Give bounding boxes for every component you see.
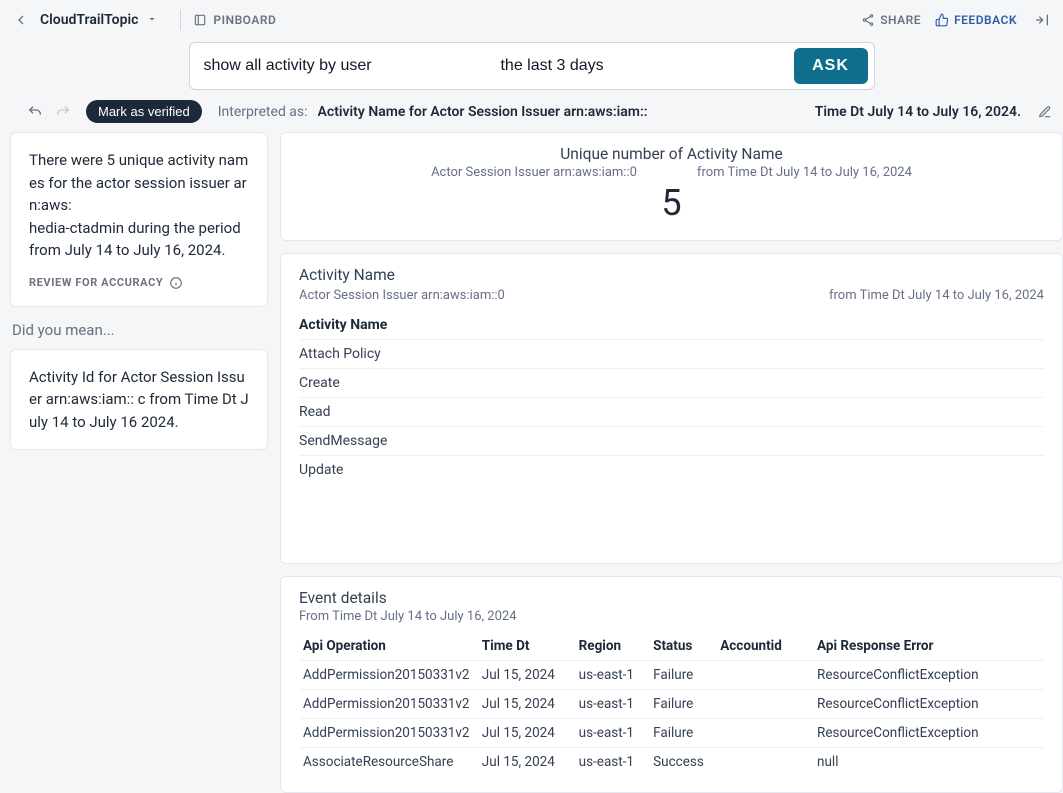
ask-button[interactable]: ASK (794, 48, 868, 84)
pinboard-icon (193, 13, 207, 27)
interpretation-tail: Time Dt July 14 to July 16, 2024. (815, 104, 1027, 120)
table-cell: ResourceConflictException (813, 661, 1044, 690)
activity-table: Activity Name Attach PolicyCreateReadSen… (299, 311, 1044, 484)
table-cell: Jul 15, 2024 (478, 690, 575, 719)
pinboard-link[interactable]: PINBOARD (193, 13, 276, 27)
activity-name-card: Activity Name Actor Session Issuer arn:a… (280, 253, 1063, 564)
event-column-header[interactable]: Api Operation (299, 632, 478, 661)
event-column-header[interactable]: Accountid (716, 632, 813, 661)
activity-title: Activity Name (299, 266, 1044, 284)
mark-verified-button[interactable]: Mark as verified (86, 100, 202, 123)
table-cell: us-east-1 (575, 748, 650, 777)
top-bar-left: CloudTrailTopic PINBOARD (10, 9, 276, 31)
table-cell: AddPermission20150331v2 (299, 719, 478, 748)
pinboard-label: PINBOARD (213, 13, 276, 27)
activity-row[interactable]: Read (299, 397, 1044, 426)
feedback-link[interactable]: FEEDBACK (935, 13, 1017, 27)
activity-row[interactable]: SendMessage (299, 426, 1044, 455)
interpretation-text: Activity Name for Actor Session Issuer a… (318, 104, 805, 120)
interpreted-as-label: Interpreted as: (212, 104, 308, 120)
search-input[interactable] (190, 57, 794, 75)
table-cell: Failure (649, 719, 716, 748)
review-accuracy-label: REVIEW FOR ACCURACY (29, 276, 163, 289)
event-column-header[interactable]: Time Dt (478, 632, 575, 661)
activity-column-header[interactable]: Activity Name (299, 311, 1044, 339)
event-sub: From Time Dt July 14 to July 16, 2024 (299, 609, 1044, 624)
table-cell (716, 661, 813, 690)
table-cell: ResourceConflictException (813, 719, 1044, 748)
table-cell: us-east-1 (575, 719, 650, 748)
chevron-down-icon[interactable] (146, 13, 168, 28)
event-column-header[interactable]: Api Response Error (813, 632, 1044, 661)
table-cell: ResourceConflictException (813, 690, 1044, 719)
interpretation-row: Mark as verified Interpreted as: Activit… (0, 96, 1063, 133)
undo-icon[interactable] (26, 103, 44, 121)
summary-text: There were 5 unique activity names for t… (29, 149, 249, 262)
metric-card: Unique number of Activity Name Actor Ses… (280, 132, 1063, 241)
table-cell: Success (649, 748, 716, 777)
event-column-header[interactable]: Region (575, 632, 650, 661)
left-column: There were 5 unique activity names for t… (10, 132, 268, 793)
activity-row[interactable]: Attach Policy (299, 339, 1044, 368)
table-cell: Failure (649, 661, 716, 690)
share-label: SHARE (880, 13, 921, 27)
metric-subtitle: Actor Session Issuer arn:aws:iam::0 from… (299, 165, 1044, 180)
table-cell: null (813, 748, 1044, 777)
event-title: Event details (299, 589, 1044, 607)
table-cell: AddPermission20150331v2 (299, 661, 478, 690)
activity-sub-time: from Time Dt July 14 to July 16, 2024 (829, 288, 1044, 303)
table-cell: us-east-1 (575, 661, 650, 690)
metric-title: Unique number of Activity Name (299, 145, 1044, 163)
table-cell: us-east-1 (575, 690, 650, 719)
search-wrap: ASK (0, 40, 1063, 96)
activity-subtitle: Actor Session Issuer arn:aws:iam::0 from… (299, 288, 1044, 303)
main-area: There were 5 unique activity names for t… (0, 130, 1063, 793)
share-icon (861, 13, 875, 27)
table-cell: Jul 15, 2024 (478, 748, 575, 777)
table-cell: AddPermission20150331v2 (299, 690, 478, 719)
thumbs-up-icon (935, 13, 949, 27)
table-cell (716, 748, 813, 777)
table-row[interactable]: AddPermission20150331v2Jul 15, 2024us-ea… (299, 690, 1044, 719)
did-you-mean-text: Activity Id for Actor Session Issuer arn… (29, 368, 249, 431)
divider (180, 10, 181, 30)
summary-card: There were 5 unique activity names for t… (10, 132, 268, 307)
share-link[interactable]: SHARE (861, 13, 921, 27)
table-row[interactable]: AssociateResourceShareJul 15, 2024us-eas… (299, 748, 1044, 777)
review-accuracy-link[interactable]: REVIEW FOR ACCURACY (29, 276, 249, 290)
table-cell (716, 719, 813, 748)
table-cell: Failure (649, 690, 716, 719)
top-bar: CloudTrailTopic PINBOARD SHARE FEEDBACK (0, 0, 1063, 40)
table-cell (716, 690, 813, 719)
table-cell: Jul 15, 2024 (478, 661, 575, 690)
table-row[interactable]: AddPermission20150331v2Jul 15, 2024us-ea… (299, 719, 1044, 748)
event-column-header[interactable]: Status (649, 632, 716, 661)
back-icon[interactable] (10, 9, 32, 31)
search-box: ASK (189, 42, 875, 90)
event-details-card: Event details From Time Dt July 14 to Ju… (280, 576, 1063, 793)
table-cell: AssociateResourceShare (299, 748, 478, 777)
activity-sub-actor: Actor Session Issuer arn:aws:iam::0 (299, 288, 505, 303)
collapse-panel-icon[interactable] (1031, 9, 1053, 31)
topic-name[interactable]: CloudTrailTopic (36, 12, 142, 28)
table-row[interactable]: AddPermission20150331v2Jul 15, 2024us-ea… (299, 661, 1044, 690)
table-cell: Jul 15, 2024 (478, 719, 575, 748)
right-column: Unique number of Activity Name Actor Ses… (280, 132, 1063, 793)
redo-icon[interactable] (54, 103, 72, 121)
did-you-mean-label: Did you mean... (10, 317, 268, 339)
activity-row[interactable]: Update (299, 455, 1044, 484)
top-bar-right: SHARE FEEDBACK (861, 9, 1053, 31)
feedback-label: FEEDBACK (954, 13, 1017, 27)
event-table: Api OperationTime DtRegionStatusAccounti… (299, 632, 1044, 776)
metric-sub-time: from Time Dt July 14 to July 16, 2024 (697, 165, 912, 180)
activity-row[interactable]: Create (299, 368, 1044, 397)
did-you-mean-card[interactable]: Activity Id for Actor Session Issuer arn… (10, 349, 268, 451)
edit-icon[interactable] (1037, 104, 1053, 120)
metric-value: 5 (299, 182, 1044, 224)
info-icon (169, 276, 183, 290)
metric-sub-actor: Actor Session Issuer arn:aws:iam::0 (431, 165, 637, 180)
